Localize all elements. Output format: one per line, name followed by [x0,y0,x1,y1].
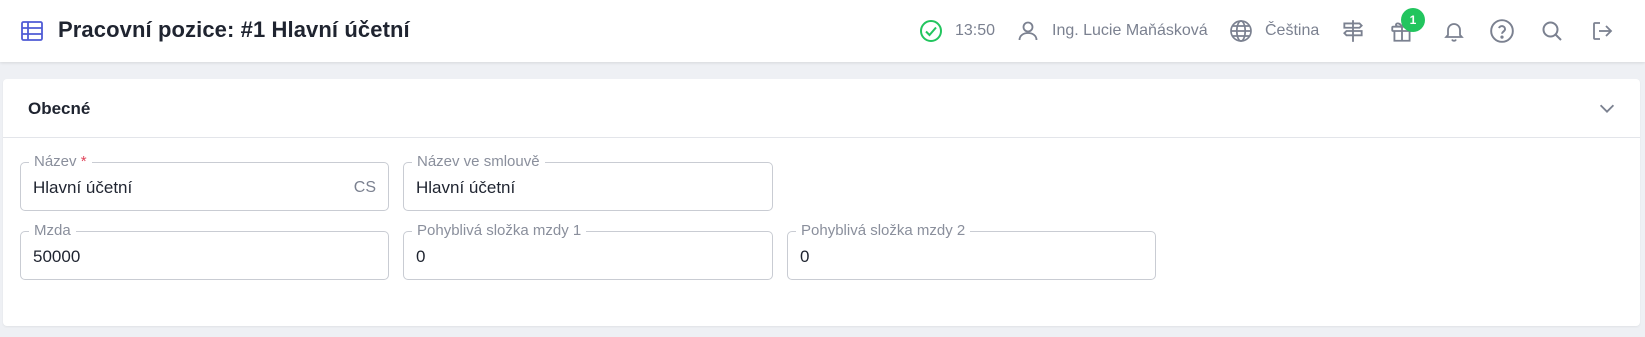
gift-badge: 1 [1401,8,1425,32]
name-field[interactable]: Název * Hlavní účetní CS [20,153,389,211]
salary-field-label: Mzda [29,222,76,240]
general-section-card: Obecné Název * Hlavní účetní CS Název ve… [3,79,1640,326]
user-icon [1016,19,1040,43]
required-mark: * [80,153,87,170]
name-label-text: Název [34,153,77,170]
table-icon [20,19,44,43]
logout-icon[interactable] [1588,17,1616,45]
bell-icon[interactable] [1440,17,1468,45]
user-menu[interactable]: Ing. Lucie Maňásková [1016,0,1208,62]
contract-name-field-label: Název ve smlouvě [412,153,545,171]
signpost-icon[interactable] [1339,17,1367,45]
language-switcher[interactable]: Čeština [1229,0,1319,62]
variable-pay-1-field[interactable]: Pohyblivá složka mzdy 1 0 [403,222,773,280]
name-field-value: Hlavní účetní [33,178,133,197]
salary-field-value: 50000 [33,247,81,266]
contract-name-field-value: Hlavní účetní [416,178,516,197]
variable-pay-2-field-label: Pohyblivá složka mzdy 2 [796,222,971,240]
check-circle-icon [917,17,945,45]
search-icon[interactable] [1538,17,1566,45]
section-title: Obecné [28,99,91,118]
contract-name-field[interactable]: Název ve smlouvě Hlavní účetní [403,153,773,211]
name-field-label: Název * [29,153,92,171]
top-bar: Pracovní pozice: #1 Hlavní účetní 13:50 … [0,0,1645,62]
page-title: Pracovní pozice: #1 Hlavní účetní [58,17,410,42]
time-text: 13:50 [955,22,996,39]
variable-pay-1-field-label: Pohyblivá složka mzdy 1 [412,222,587,240]
variable-pay-2-field-value: 0 [800,247,810,266]
session-time: 13:50 [955,0,995,62]
help-icon[interactable] [1488,17,1516,45]
variable-pay-2-field[interactable]: Pohyblivá složka mzdy 2 0 [787,222,1156,280]
variable-pay-1-field-value: 0 [416,247,426,266]
salary-field[interactable]: Mzda 50000 [20,222,389,280]
section-header[interactable]: Obecné [3,79,1640,138]
globe-icon [1229,19,1253,43]
chevron-down-icon[interactable] [1596,97,1618,119]
user-name: Ing. Lucie Maňásková [1052,22,1208,39]
language-label: Čeština [1265,22,1320,39]
language-code-suffix[interactable]: CS [354,179,376,197]
